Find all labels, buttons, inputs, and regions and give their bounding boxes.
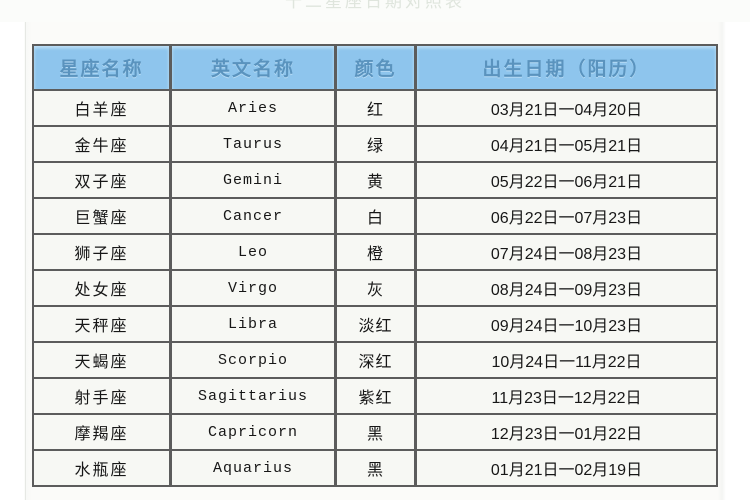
english-name-cell: Libra (170, 307, 335, 343)
birth-date-cell: 09月24日一10月23日 (415, 307, 718, 343)
birth-date-cell: 01月21日一02月19日 (415, 451, 718, 487)
cropped-title-strip: 十二星座日期对照表 (0, 0, 750, 22)
document-title: 十二星座日期对照表 (285, 0, 465, 11)
zodiac-table-container: 星座名称 英文名称 颜色 出生日期（阳历） 白羊座 Aries 红 03月21日一04… (32, 44, 718, 487)
birth-date-cell: 10月24日一11月22日 (415, 343, 718, 379)
english-name-cell: Taurus (170, 127, 335, 163)
color-cell: 黑 (335, 415, 415, 451)
birth-date-cell: 08月24日一09月23日 (415, 271, 718, 307)
english-name-cell: Cancer (170, 199, 335, 235)
zodiac-name-cell: 巨蟹座 (32, 199, 170, 235)
english-name-cell: Capricorn (170, 415, 335, 451)
table-row: 天蝎座 Scorpio 深红 10月24日一11月22日 (32, 343, 718, 379)
table-row: 射手座 Sagittarius 紫红 11月23日一12月22日 (32, 379, 718, 415)
english-name-cell: Aries (170, 91, 335, 127)
birth-date-cell: 04月21日一05月21日 (415, 127, 718, 163)
english-name-cell: Scorpio (170, 343, 335, 379)
zodiac-name-cell: 双子座 (32, 163, 170, 199)
column-header-birth-date: 出生日期（阳历） (415, 44, 718, 91)
table-body: 白羊座 Aries 红 03月21日一04月20日 金牛座 Taurus 绿 04月21日一0… (32, 91, 718, 487)
color-cell: 黑 (335, 451, 415, 487)
color-cell: 绿 (335, 127, 415, 163)
color-cell: 黄 (335, 163, 415, 199)
birth-date-cell: 07月24日一08月23日 (415, 235, 718, 271)
color-cell: 红 (335, 91, 415, 127)
english-name-cell: Leo (170, 235, 335, 271)
table-row: 白羊座 Aries 红 03月21日一04月20日 (32, 91, 718, 127)
birth-date-cell: 11月23日一12月22日 (415, 379, 718, 415)
column-header-english-name: 英文名称 (170, 44, 335, 91)
table-header: 星座名称 英文名称 颜色 出生日期（阳历） (32, 44, 718, 91)
column-header-color: 颜色 (335, 44, 415, 91)
table-row: 巨蟹座 Cancer 白 06月22日一07月23日 (32, 199, 718, 235)
zodiac-name-cell: 射手座 (32, 379, 170, 415)
zodiac-name-cell: 白羊座 (32, 91, 170, 127)
zodiac-name-cell: 狮子座 (32, 235, 170, 271)
zodiac-table: 星座名称 英文名称 颜色 出生日期（阳历） 白羊座 Aries 红 03月21日一04… (32, 44, 718, 487)
color-cell: 橙 (335, 235, 415, 271)
table-row: 摩羯座 Capricorn 黑 12月23日一01月22日 (32, 415, 718, 451)
zodiac-name-cell: 天蝎座 (32, 343, 170, 379)
color-cell: 白 (335, 199, 415, 235)
zodiac-name-cell: 水瓶座 (32, 451, 170, 487)
color-cell: 深红 (335, 343, 415, 379)
english-name-cell: Virgo (170, 271, 335, 307)
birth-date-cell: 05月22日一06月21日 (415, 163, 718, 199)
color-cell: 淡红 (335, 307, 415, 343)
table-row: 金牛座 Taurus 绿 04月21日一05月21日 (32, 127, 718, 163)
zodiac-name-cell: 天秤座 (32, 307, 170, 343)
table-row: 狮子座 Leo 橙 07月24日一08月23日 (32, 235, 718, 271)
page-left-rule (25, 0, 26, 500)
birth-date-cell: 03月21日一04月20日 (415, 91, 718, 127)
english-name-cell: Gemini (170, 163, 335, 199)
zodiac-name-cell: 处女座 (32, 271, 170, 307)
english-name-cell: Aquarius (170, 451, 335, 487)
table-row: 双子座 Gemini 黄 05月22日一06月21日 (32, 163, 718, 199)
table-row: 水瓶座 Aquarius 黑 01月21日一02月19日 (32, 451, 718, 487)
table-row: 处女座 Virgo 灰 08月24日一09月23日 (32, 271, 718, 307)
color-cell: 紫红 (335, 379, 415, 415)
column-header-zodiac-name: 星座名称 (32, 44, 170, 91)
table-row: 天秤座 Libra 淡红 09月24日一10月23日 (32, 307, 718, 343)
english-name-cell: Sagittarius (170, 379, 335, 415)
zodiac-name-cell: 金牛座 (32, 127, 170, 163)
birth-date-cell: 12月23日一01月22日 (415, 415, 718, 451)
zodiac-name-cell: 摩羯座 (32, 415, 170, 451)
color-cell: 灰 (335, 271, 415, 307)
table-header-row: 星座名称 英文名称 颜色 出生日期（阳历） (32, 44, 718, 91)
birth-date-cell: 06月22日一07月23日 (415, 199, 718, 235)
